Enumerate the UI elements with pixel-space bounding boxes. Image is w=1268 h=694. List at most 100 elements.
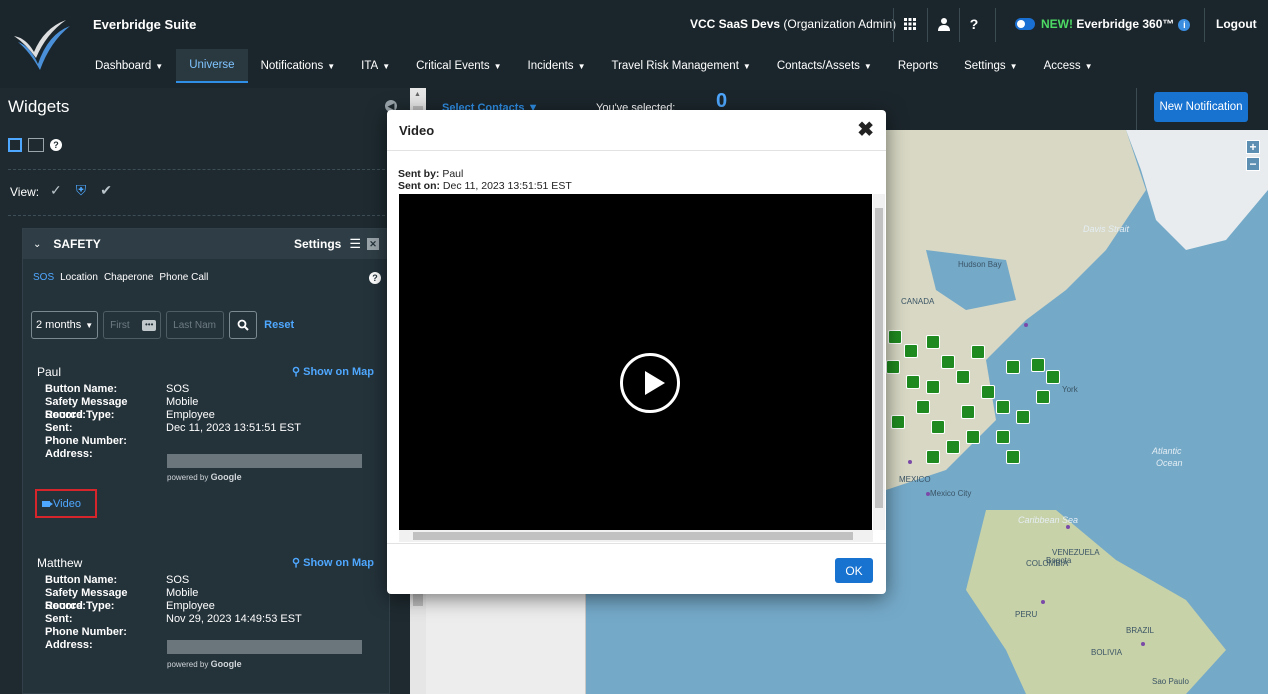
chevron-down-icon[interactable]: ⌄ [33, 239, 41, 250]
contact-pin[interactable] [1006, 360, 1020, 374]
zoom-out-button[interactable]: − [1246, 157, 1260, 171]
list-item: Paul ⚲ Show on Map Button Name: SOS Safet… [37, 365, 374, 482]
contact-pin[interactable] [1046, 370, 1060, 384]
last-name-input[interactable]: Last Nam [166, 311, 225, 339]
video-player[interactable] [399, 194, 872, 530]
help-icon[interactable]: ? [962, 12, 986, 36]
close-icon[interactable]: ✖ [857, 120, 874, 140]
contact-pin[interactable] [1031, 358, 1045, 372]
map-marker-dot[interactable] [926, 492, 930, 496]
contact-pin[interactable] [888, 330, 902, 344]
nav-universe[interactable]: Universe [176, 49, 248, 83]
contact-pin[interactable] [961, 405, 975, 419]
nav-ita[interactable]: ITA ▼ [348, 49, 403, 83]
contact-pin[interactable] [1006, 450, 1020, 464]
ok-button[interactable]: OK [835, 558, 873, 583]
search-button[interactable] [229, 311, 258, 339]
map-label: BOLIVIA [1091, 648, 1123, 657]
settings-button[interactable]: Settings [294, 237, 341, 251]
view-label: View: [10, 185, 40, 199]
map-marker-dot[interactable] [1024, 323, 1028, 327]
contact-pin[interactable] [926, 380, 940, 394]
map-label: Caribbean Sea [1018, 515, 1079, 525]
period-select[interactable]: 2 months ▼ [31, 311, 99, 339]
nav-critical-events[interactable]: Critical Events ▼ [403, 49, 514, 83]
nav-settings[interactable]: Settings ▼ [951, 49, 1030, 83]
contact-pin[interactable] [931, 420, 945, 434]
tab-sos[interactable]: SOS [33, 272, 54, 283]
contact-pin[interactable] [956, 370, 970, 384]
contact-pin[interactable] [981, 385, 995, 399]
play-icon[interactable] [620, 353, 680, 413]
scroll-up-icon[interactable]: ▲ [414, 91, 421, 98]
safety-tabs: SOS Location Chaperone Phone Call [33, 272, 208, 283]
contact-pin[interactable] [971, 345, 985, 359]
info-icon[interactable]: i [1178, 19, 1191, 31]
contact-pin[interactable] [1036, 390, 1050, 404]
horizontal-scrollbar[interactable] [399, 530, 873, 542]
everbridge-view-icon[interactable]: ✓ [50, 182, 62, 199]
safety-widget-header[interactable]: ⌄ SAFETY Settings ☰ ✕ [23, 229, 389, 259]
powered-by-google: powered by Google [167, 659, 242, 669]
contact-pin[interactable] [941, 355, 955, 369]
everbridge-360-toggle[interactable] [1015, 18, 1035, 30]
contact-pin[interactable] [996, 400, 1010, 414]
contact-pin[interactable] [916, 400, 930, 414]
contact-pin[interactable] [891, 415, 905, 429]
nav-dashboard[interactable]: Dashboard ▼ [82, 49, 176, 83]
show-on-map-link[interactable]: ⚲ Show on Map [292, 365, 374, 378]
rmc-view-icon[interactable]: ✔ [100, 182, 112, 199]
vertical-scrollbar[interactable] [873, 194, 885, 530]
contact-pin[interactable] [926, 335, 940, 349]
contact-pin[interactable] [966, 430, 980, 444]
nav-access[interactable]: Access ▼ [1031, 49, 1106, 83]
scrollbar-thumb[interactable] [413, 532, 853, 540]
more-icon[interactable]: ••• [142, 320, 157, 331]
contact-pin[interactable] [886, 360, 900, 374]
multi-column-layout-icon[interactable] [28, 138, 44, 152]
show-on-map-link[interactable]: ⚲ Show on Map [292, 556, 374, 569]
scrollbar-thumb[interactable] [875, 208, 883, 508]
tab-location[interactable]: Location [60, 272, 98, 283]
contact-pin[interactable] [906, 375, 920, 389]
map-label: Bogota [1046, 556, 1072, 565]
help-icon[interactable]: ? [50, 139, 62, 151]
map-marker-dot[interactable] [908, 460, 912, 464]
everbridge-logo[interactable] [10, 12, 74, 76]
close-icon[interactable]: ✕ [367, 238, 379, 250]
organization-name[interactable]: VCC SaaS Devs (Organization Admin) [690, 17, 896, 31]
nav-notifications[interactable]: Notifications ▼ [248, 49, 349, 83]
reset-button[interactable]: Reset [264, 319, 294, 331]
contact-pin[interactable] [904, 344, 918, 358]
nav-incidents[interactable]: Incidents ▼ [515, 49, 599, 83]
modal-header: Video ✖ [387, 110, 886, 151]
map-marker-dot[interactable] [1041, 600, 1045, 604]
contact-pin[interactable] [1016, 410, 1030, 424]
contact-pin[interactable] [946, 440, 960, 454]
new-notification-button[interactable]: New Notification [1154, 92, 1248, 122]
everbridge-360-label[interactable]: NEW! Everbridge 360™ i [1041, 17, 1191, 31]
map-marker-dot[interactable] [1066, 525, 1070, 529]
user-icon[interactable] [932, 12, 956, 36]
contact-pin[interactable] [926, 450, 940, 464]
nav-reports[interactable]: Reports [885, 49, 951, 83]
first-name-input[interactable]: First ••• [103, 311, 162, 339]
map-pin-icon: ⚲ [291, 557, 301, 569]
safety-filters: 2 months ▼ First ••• Last Nam Reset [31, 311, 294, 339]
tab-phone-call[interactable]: Phone Call [159, 272, 208, 283]
contact-pin[interactable] [996, 430, 1010, 444]
map-label: York [1062, 385, 1078, 394]
sent-on-value: Dec 11, 2023 13:51:51 EST [442, 180, 572, 192]
video-button[interactable]: Video [35, 489, 97, 518]
menu-icon[interactable]: ☰ [349, 236, 361, 252]
apps-grid-icon[interactable] [898, 12, 922, 36]
logout-button[interactable]: Logout [1216, 17, 1257, 31]
shield-icon[interactable]: ⛨ [76, 182, 87, 199]
single-column-layout-icon[interactable] [8, 138, 22, 152]
zoom-in-button[interactable]: + [1246, 140, 1260, 154]
help-icon[interactable]: ? [369, 272, 381, 284]
map-marker-dot[interactable] [1141, 642, 1145, 646]
nav-travel-risk-management[interactable]: Travel Risk Management ▼ [598, 49, 763, 83]
nav-contacts-assets[interactable]: Contacts/Assets ▼ [764, 49, 885, 83]
tab-chaperone[interactable]: Chaperone [104, 272, 153, 283]
